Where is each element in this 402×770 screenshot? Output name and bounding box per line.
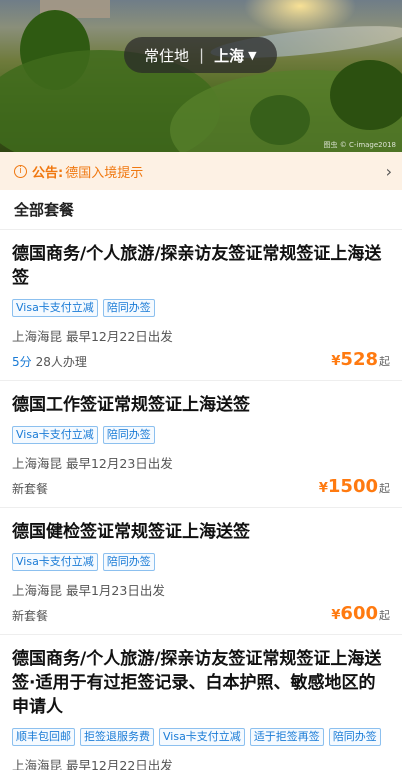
- price-suffix: 起: [379, 609, 390, 622]
- price-suffix: 起: [379, 482, 390, 495]
- announcement-text: 德国入境提示: [65, 165, 144, 181]
- package-status: 新套餐: [12, 482, 49, 496]
- package-title: 德国健检签证常规签证上海送签: [12, 522, 250, 542]
- package-card[interactable]: 德国健检签证常规签证上海送签 Visa卡支付立减 陪同办签 上海海昆 最早1月2…: [0, 508, 402, 635]
- price-value: 1500: [327, 476, 378, 497]
- package-tags: Visa卡支付立减 陪同办签: [12, 426, 390, 444]
- package-card[interactable]: 德国商务/个人旅游/探亲访友签证常规签证上海送签 Visa卡支付立减 陪同办签 …: [0, 230, 402, 381]
- info-icon: i: [14, 164, 27, 178]
- package-price: ¥1500起: [319, 476, 390, 497]
- package-tags: Visa卡支付立减 陪同办签: [12, 299, 390, 317]
- package-price: ¥600起: [331, 603, 390, 624]
- package-tags: 顺丰包回邮 拒签退服务费 Visa卡支付立减 适于拒签再签 陪同办签: [12, 728, 390, 746]
- currency-symbol: ¥: [318, 481, 328, 496]
- tag: 陪同办签: [102, 426, 155, 444]
- caret-down-icon: ▼: [248, 48, 257, 62]
- tag: Visa卡支付立减: [12, 426, 98, 444]
- package-meta: 上海海昆 最早12月23日出发: [12, 456, 173, 471]
- package-title: 德国商务/个人旅游/探亲访友签证常规签证上海送签: [12, 244, 382, 288]
- package-price: ¥528起: [331, 349, 390, 370]
- tag: 陪同办签: [328, 728, 381, 746]
- residence-label: 常住地: [144, 46, 190, 65]
- rating-score: 5分: [12, 355, 32, 369]
- package-meta: 上海海昆 最早1月23日出发: [12, 583, 165, 598]
- image-watermark: 图虫 © C-image2018: [323, 141, 396, 149]
- chevron-right-icon: ›: [385, 161, 392, 181]
- order-count: 28人办理: [35, 355, 87, 369]
- package-card[interactable]: 德国工作签证常规签证上海送签 Visa卡支付立减 陪同办签 上海海昆 最早12月…: [0, 381, 402, 508]
- tag: 顺丰包回邮: [12, 728, 75, 746]
- separator: |: [199, 46, 205, 64]
- package-title: 德国工作签证常规签证上海送签: [12, 395, 250, 415]
- tag: 陪同办签: [102, 553, 155, 571]
- banner-tree: [330, 60, 402, 130]
- tag: Visa卡支付立减: [12, 553, 98, 571]
- price-suffix: 起: [379, 355, 390, 368]
- tag: Visa卡支付立减: [12, 299, 98, 317]
- tag: 拒签退服务费: [80, 728, 154, 746]
- announcement-label: 公告:: [32, 165, 64, 181]
- destination-banner: 常住地 | 上海 ▼ 图虫 © C-image2018: [0, 0, 402, 152]
- package-rating: 5分 28人办理: [12, 353, 87, 370]
- package-status: 新套餐: [12, 609, 49, 623]
- package-card[interactable]: 德国商务/个人旅游/探亲访友签证常规签证上海送签·适用于有过拒签记录、白本护照、…: [0, 635, 402, 770]
- residence-city-selector[interactable]: 常住地 | 上海 ▼: [124, 37, 277, 73]
- package-tags: Visa卡支付立减 陪同办签: [12, 553, 390, 571]
- package-meta: 上海海昆 最早12月22日出发: [12, 758, 173, 770]
- price-value: 528: [340, 349, 378, 370]
- package-title: 德国商务/个人旅游/探亲访友签证常规签证上海送签·适用于有过拒签记录、白本护照、…: [12, 649, 382, 717]
- announcement-bar[interactable]: i 公告: 德国入境提示 ›: [0, 152, 402, 190]
- section-title: 全部套餐: [0, 190, 402, 230]
- tag: 陪同办签: [102, 299, 155, 317]
- tag: Visa卡支付立减: [159, 728, 245, 746]
- banner-tree: [250, 95, 310, 145]
- tag: 适于拒签再签: [249, 728, 324, 746]
- price-value: 600: [340, 603, 378, 624]
- residence-city: 上海: [214, 46, 245, 65]
- package-meta: 上海海昆 最早12月22日出发: [12, 329, 173, 344]
